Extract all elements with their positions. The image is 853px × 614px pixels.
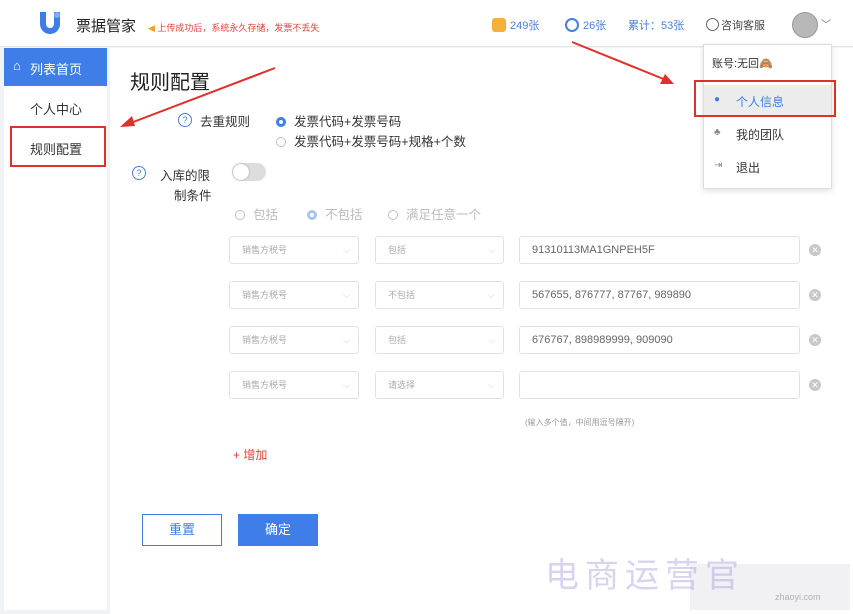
annotation-arrows <box>120 41 674 127</box>
watermark: 电商运营官 <box>545 557 745 595</box>
watermark-url: zhaoyi.com <box>775 592 821 602</box>
